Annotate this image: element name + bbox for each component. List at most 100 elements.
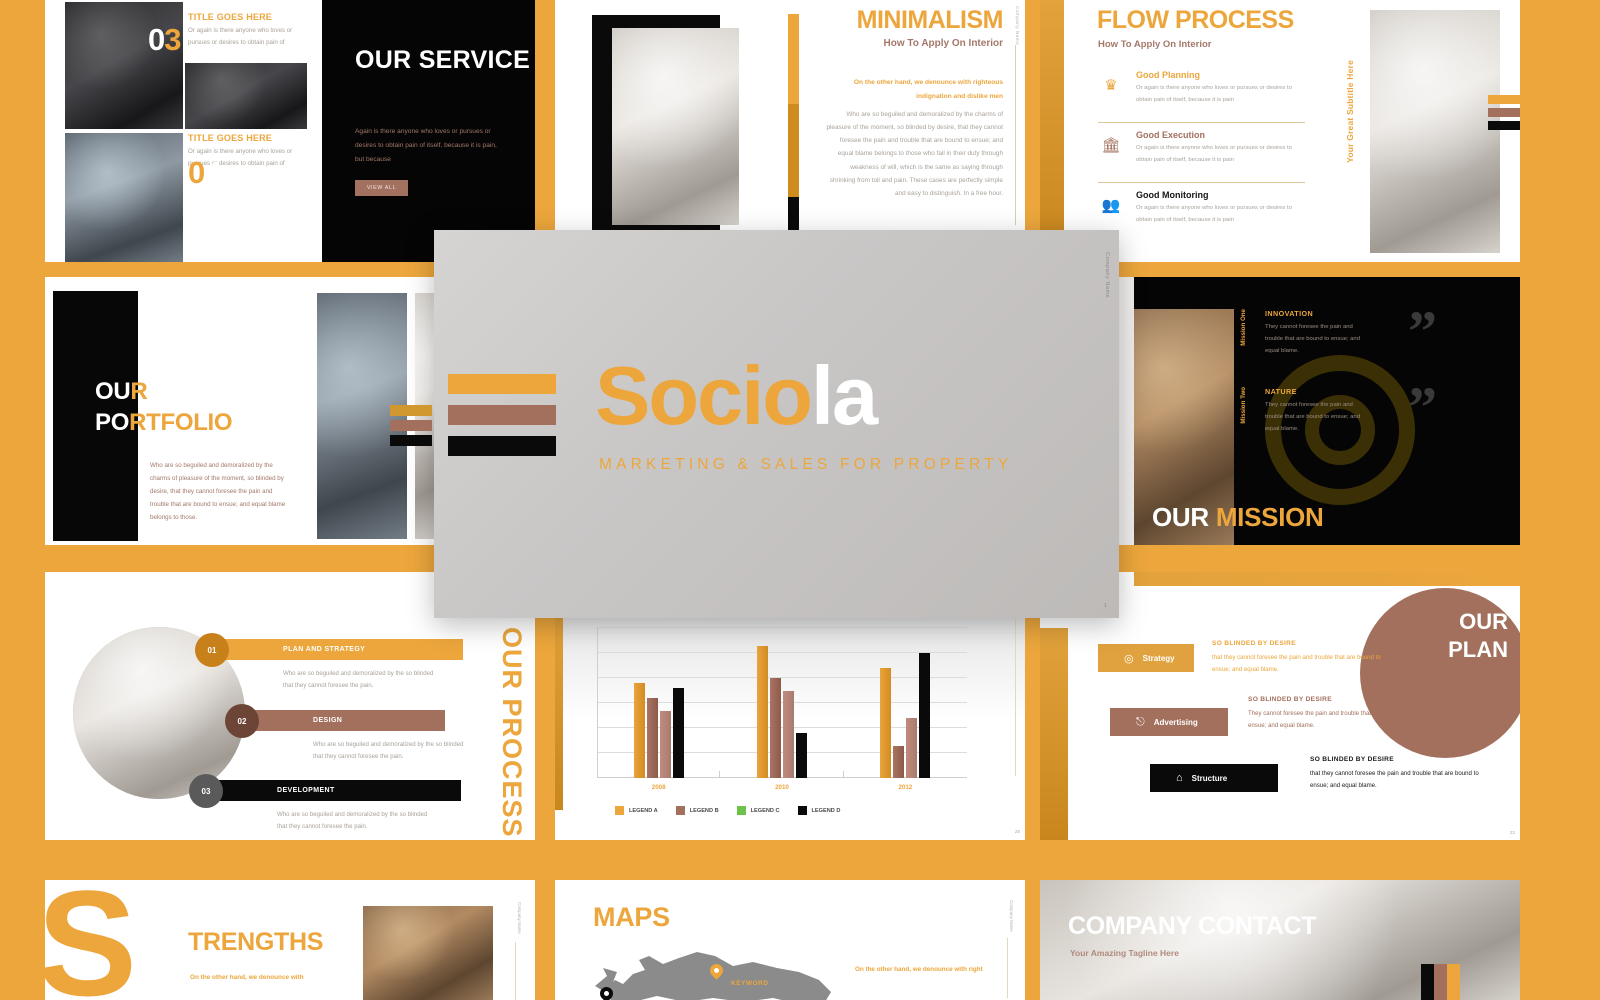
minimalism-company-label: Company Name [1015,6,1020,46]
mission-tag: Mission Two [1240,387,1247,424]
slide-minimalism[interactable]: MINIMALISM How To Apply On Interior On t… [555,0,1025,262]
portfolio-title: OUR PORTFOLIO [95,377,233,438]
mission-tag: Mission One [1240,309,1247,346]
slide-strengths[interactable]: S TRENGTHS On the other hand, we denounc… [45,880,535,1000]
minimalism-color-bar [788,14,799,236]
flow-item-execution[interactable]: 🏛 Good Execution Or again is there anyon… [1098,130,1303,166]
service-number-04: 04 [188,155,222,190]
plan-heading: SO BLINDED BY DESIRE [1310,756,1394,763]
minimalism-title: MINIMALISM [856,6,1004,34]
slide-flow-process[interactable]: FLOW PROCESS How To Apply On Interior ♛ … [1040,0,1520,262]
portfolio-title-part: OU [95,378,131,405]
process-number-02: 02 [225,704,259,738]
chart-legend-swatch [797,806,807,815]
chart-x-label: 2008 [651,784,666,791]
plan-orange-strip [1040,628,1068,840]
flow-divider [1098,182,1305,183]
hero-page-number: 1 [1104,603,1107,609]
bar-chart-plot [597,627,967,778]
photo-wood-interior [363,906,493,1000]
flow-orange-strip [1040,0,1064,262]
plan-tab-strategy[interactable]: ◎ Strategy [1098,644,1194,672]
mission-item-title: INNOVATION [1265,309,1314,318]
maps-company-label: Company Name [1009,900,1014,932]
chart-legend-item[interactable]: LEGEND B [675,806,719,815]
hero-title-slide[interactable]: Sociola MARKETING & SALES FOR PROPERTY C… [434,230,1119,618]
slide-our-mission[interactable]: Company Name Mission One INNOVATION They… [1090,277,1520,545]
mission-title-part: OUR [1152,502,1209,532]
chart-legend-item[interactable]: LEGEND D [797,806,840,815]
flow-item-title: Good Execution [1136,130,1206,140]
chart-bar [646,698,658,778]
process-bar-02[interactable]: DESIGN [233,710,445,731]
maps-keyword: KEYWORD [731,980,769,987]
brand-wordmark: Sociola [595,354,878,437]
maps-title: MAPS [593,902,670,932]
chart-legend-label: LEGEND A [629,807,658,814]
contact-title: COMPANY CONTACT [1068,912,1317,940]
flow-item-body: Or again is there anyone who loves or pu… [1136,85,1292,103]
chart-bar [672,688,684,778]
chart-bar-group [844,628,967,778]
mission-title: OUR MISSION [1152,502,1324,533]
photo-two-men-laptop [185,63,307,129]
target-icon: ◎ [1124,652,1134,665]
flow-subtitle: How To Apply On Interior [1098,39,1212,50]
chart-legend-swatch [736,806,746,815]
process-step-label: DESIGN [313,717,343,724]
chart-bar [893,745,905,778]
mission-title-part: MISSION [1215,502,1324,532]
service-item2-title: TITLE GOES HERE [188,133,273,143]
chart-x-label: 2012 [898,784,913,791]
strengths-title: TRENGTHS [188,928,324,956]
process-desc-02: Who are so beguiled and demoralized by t… [313,741,464,761]
flow-item-title: Good Planning [1136,70,1200,80]
chart-legend-swatch [615,806,624,815]
chart-bar-groups [597,628,967,778]
process-bar-01[interactable]: PLAN AND STRATEGY [203,639,463,660]
chart-legend-label: LEGEND C [750,807,780,814]
flow-item-planning[interactable]: ♛ Good Planning Or again is there anyone… [1098,70,1303,106]
strengths-big-letter: S [45,880,138,1000]
portfolio-title-part: RTFOLIO [129,408,233,436]
plan-heading: SO BLINDED BY DESIRE [1212,640,1296,647]
flow-item-title: Good Monitoring [1136,190,1209,200]
process-bar-03[interactable]: DEVELOPMENT [197,780,461,801]
mission-item-title: NATURE [1265,387,1297,396]
minimalism-subtitle: How To Apply On Interior [883,38,1003,49]
brand-logomark-icon [448,374,556,467]
chart-x-tick-labels: 2008 2010 2012 [597,784,967,791]
mission-item-body: They cannot foresee the pain and trouble… [1265,402,1360,432]
contact-subtitle: Your Amazing Tagline Here [1070,948,1179,958]
template-showcase-board: TITLE GOES HERE Or again is there anyone… [0,0,1600,1000]
chart-legend-item[interactable]: LEGEND C [736,806,780,815]
minimalism-divider [1015,45,1016,225]
plan-title: OUR PLAN [1448,608,1508,663]
flow-item-monitoring[interactable]: 👥 Good Monitoring Or again is there anyo… [1098,190,1303,226]
plan-heading: SO BLINDED BY DESIRE [1248,696,1332,703]
chart-bar [659,710,671,778]
photo-man-presenting [1370,10,1500,253]
photo-team-laptops [65,133,183,262]
maps-body: On the other hand, we denounce with righ… [855,966,983,973]
flow-vertical-subtitle: Your Great Subtitle Here [1345,60,1355,163]
chart-x-label: 2010 [775,784,789,791]
mission-item-nature: NATURE They cannot foresee the pain and … [1265,387,1365,435]
process-desc-03: Who are so beguiled and demoralized by t… [277,811,428,831]
chart-bar [880,668,892,778]
chart-legend-label: LEGEND B [689,807,719,814]
chart-bar-group [597,628,721,778]
chart-legend-item[interactable]: LEGEND A [615,806,658,815]
view-all-button[interactable]: VIEW ALL [355,180,408,196]
chart-bar [795,733,807,778]
plan-tab-advertising[interactable]: ⎋ Advertising [1110,708,1228,736]
portfolio-color-chips [390,405,432,450]
brand-name-primary: Socio [595,349,813,442]
slide-maps[interactable]: MAPS KEYWORD On the other hand, we denou… [555,880,1025,1000]
chart-up-icon: ⎋ [1136,715,1145,728]
slide-our-service[interactable]: TITLE GOES HERE Or again is there anyone… [45,0,535,262]
process-step-label: PLAN AND STRATEGY [283,646,366,653]
plan-tab-structure[interactable]: ⌂ Structure [1150,764,1278,792]
chart-bar [906,718,918,778]
slide-company-contact[interactable]: COMPANY CONTACT Your Amazing Tagline Her… [1040,880,1520,1000]
